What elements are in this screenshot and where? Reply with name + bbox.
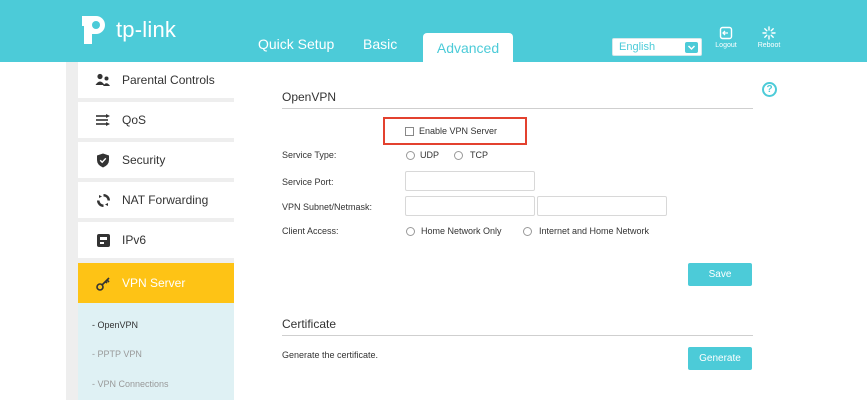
vpn-subnet-input[interactable]: [405, 196, 535, 216]
chevron-down-icon: [685, 42, 698, 53]
service-type-tcp-radio[interactable]: [454, 151, 463, 160]
service-type-tcp-label: TCP: [470, 150, 488, 160]
sidebar-item-label: VPN Server: [122, 276, 186, 290]
service-type-udp-radio[interactable]: [406, 151, 415, 160]
certificate-description: Generate the certificate.: [282, 350, 379, 360]
sidebar-item-label: NAT Forwarding: [122, 193, 209, 207]
reboot-label: Reboot: [757, 42, 781, 49]
sidebar-item-parental-controls[interactable]: Parental Controls: [78, 62, 234, 98]
enable-vpn-label: Enable VPN Server: [419, 126, 498, 136]
logout-button[interactable]: Logout: [706, 26, 746, 49]
logout-label: Logout: [715, 42, 737, 49]
tab-advanced[interactable]: Advanced: [423, 33, 513, 62]
reboot-icon: [762, 26, 776, 40]
qos-icon: [95, 112, 111, 128]
logout-icon: [719, 26, 733, 40]
section-divider: [282, 108, 753, 109]
sidebar-item-label: Parental Controls: [122, 73, 215, 87]
vpn-netmask-input[interactable]: [537, 196, 667, 216]
client-access-internet-label: Internet and Home Network: [539, 226, 650, 236]
generate-button[interactable]: Generate: [688, 347, 752, 370]
sidebar-subitem-pptp-vpn[interactable]: - PPTP VPN: [92, 349, 142, 359]
vpn-subnet-label: VPN Subnet/Netmask:: [282, 202, 373, 212]
sidebar-item-vpn-server[interactable]: VPN Server: [78, 263, 234, 303]
reboot-button[interactable]: Reboot: [749, 26, 789, 49]
service-type-udp-label: UDP: [420, 150, 440, 160]
client-access-home-radio[interactable]: [406, 227, 415, 236]
help-icon[interactable]: ?: [762, 82, 777, 97]
client-access-home-label: Home Network Only: [421, 226, 502, 236]
shield-icon: [95, 152, 111, 168]
service-type-label: Service Type:: [282, 150, 337, 160]
parental-controls-icon: [95, 72, 111, 88]
sidebar-item-ipv6[interactable]: IPv6: [78, 222, 234, 258]
brand-logo[interactable]: tp-link: [78, 14, 176, 46]
tab-quick-setup[interactable]: Quick Setup: [258, 36, 334, 52]
sidebar-subitem-openvpn[interactable]: - OpenVPN: [92, 320, 138, 330]
language-selected: English: [619, 41, 656, 53]
openvpn-title: OpenVPN: [282, 90, 337, 104]
service-port-label: Service Port:: [282, 177, 334, 187]
tp-link-logo-icon: [82, 16, 105, 44]
sidebar-item-qos[interactable]: QoS: [78, 102, 234, 138]
key-icon: [95, 275, 111, 291]
service-port-input[interactable]: [405, 171, 535, 191]
client-access-label: Client Access:: [282, 226, 339, 236]
sidebar-item-security[interactable]: Security: [78, 142, 234, 178]
sidebar-item-nat-forwarding[interactable]: NAT Forwarding: [78, 182, 234, 218]
ipv6-icon: [95, 232, 111, 248]
section-divider: [282, 335, 753, 336]
sidebar-item-label: IPv6: [122, 233, 147, 247]
brand-name: tp-link: [116, 17, 177, 42]
nat-forwarding-icon: [95, 192, 111, 208]
enable-vpn-checkbox[interactable]: [405, 127, 414, 136]
sidebar-subitem-vpn-connections[interactable]: - VPN Connections: [92, 379, 169, 389]
client-access-internet-radio[interactable]: [523, 227, 532, 236]
certificate-title: Certificate: [282, 317, 337, 331]
language-select[interactable]: English: [612, 38, 702, 56]
sidebar-item-label: Security: [122, 153, 166, 167]
save-button[interactable]: Save: [688, 263, 752, 286]
tab-basic[interactable]: Basic: [363, 36, 397, 52]
sidebar-item-label: QoS: [122, 113, 147, 127]
